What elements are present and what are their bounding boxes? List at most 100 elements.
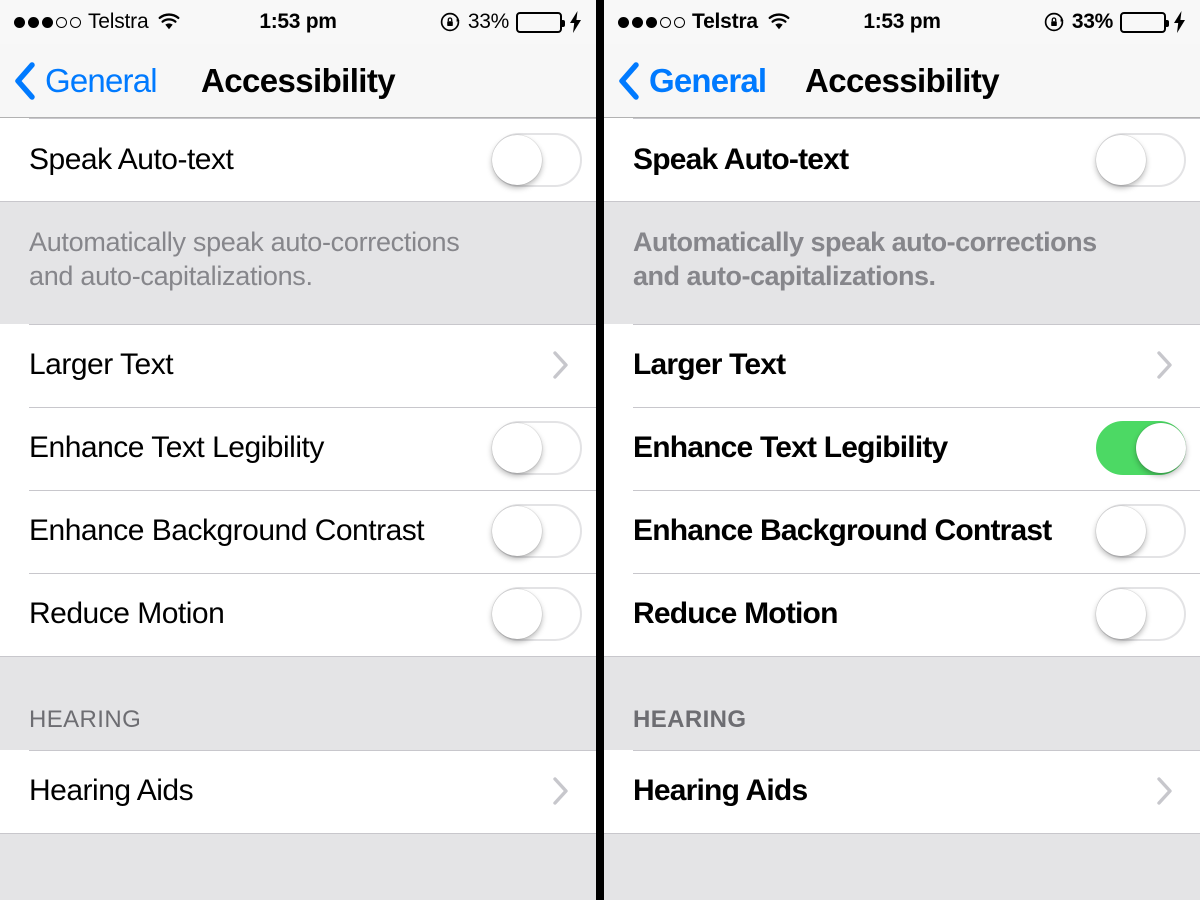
row-enhance-text-legibility[interactable]: Enhance Text Legibility: [604, 406, 1200, 490]
row-speak-auto-text[interactable]: Speak Auto-text: [0, 118, 596, 201]
signal-dot-2: [632, 16, 643, 28]
hearing-group: Hearing Aids: [604, 749, 1200, 833]
status-bar-left: Telstra: [618, 10, 791, 34]
row-hearing-aids[interactable]: Hearing Aids: [604, 749, 1200, 833]
signal-dot-5: [70, 16, 81, 28]
section-title: HEARING: [29, 705, 142, 733]
chevron-right-icon: [553, 777, 568, 805]
settings-list[interactable]: Speak Auto-text Automatically speak auto…: [0, 118, 596, 900]
rotation-lock-icon: [440, 12, 460, 32]
row-reduce-motion[interactable]: Reduce Motion: [604, 572, 1200, 656]
back-button[interactable]: General: [0, 61, 158, 100]
list-bottom-gap: [0, 832, 596, 900]
wifi-icon: [159, 13, 180, 30]
signal-dot-2: [28, 16, 39, 28]
section-header-hearing: HEARING: [604, 655, 1200, 750]
carrier-name: Telstra: [692, 10, 758, 33]
row-label: Reduce Motion: [633, 597, 838, 630]
row-label: Larger Text: [633, 348, 786, 381]
toggle-knob: [492, 589, 542, 639]
row-speak-auto-text[interactable]: Speak Auto-text: [604, 118, 1200, 201]
settings-list[interactable]: Speak Auto-text Automatically speak auto…: [604, 118, 1200, 900]
row-label: Enhance Text Legibility: [29, 431, 324, 464]
row-hearing-aids[interactable]: Hearing Aids: [0, 749, 596, 833]
list-bottom-gap: [604, 832, 1200, 900]
lightning-bolt-icon: [570, 11, 581, 33]
back-button-label: General: [45, 61, 158, 99]
navigation-bar: General Accessibility: [604, 44, 1200, 118]
back-button-label: General: [649, 61, 767, 99]
signal-dot-5: [674, 16, 685, 28]
row-larger-text[interactable]: Larger Text: [604, 323, 1200, 407]
toggle-speak-auto-text[interactable]: [1096, 132, 1186, 187]
toggle-knob: [1096, 134, 1146, 185]
battery-percentage: 33%: [1071, 10, 1113, 33]
battery-icon: [1120, 11, 1169, 33]
screenshot-divider: [596, 0, 604, 900]
status-bar-right: 33%: [1043, 10, 1186, 34]
back-button[interactable]: General: [604, 61, 767, 100]
status-bar: Telstra 1:53 pm 33%: [604, 0, 1200, 44]
lightning-bolt-icon: [1174, 11, 1185, 33]
signal-dot-4: [660, 16, 671, 28]
row-label: Enhance Background Contrast: [29, 514, 425, 547]
rotation-lock-icon: [1044, 12, 1064, 32]
chevron-left-icon: [619, 61, 639, 100]
battery-icon: [516, 11, 565, 33]
speak-auto-text-footnote: Automatically speak auto-corrections and…: [0, 201, 596, 324]
speak-auto-text-footnote: Automatically speak auto-corrections and…: [604, 201, 1200, 324]
signal-strength-dots: [14, 16, 81, 28]
row-label: Enhance Text Legibility: [633, 431, 948, 464]
chevron-right-icon: [553, 351, 568, 379]
toggle-enhance-text-legibility[interactable]: [492, 421, 582, 475]
toggle-knob: [492, 423, 542, 473]
toggle-reduce-motion[interactable]: [492, 587, 582, 641]
row-label: Hearing Aids: [29, 774, 194, 807]
signal-strength-dots: [618, 16, 685, 28]
signal-dot-3: [646, 16, 657, 28]
vision-group: Larger Text Enhance Text Legibility Enha…: [604, 323, 1200, 656]
navigation-bar: General Accessibility: [0, 44, 596, 118]
toggle-knob: [492, 134, 542, 185]
right-phone-screen: Telstra 1:53 pm 33% General Accessibilit…: [604, 0, 1200, 900]
toggle-knob: [1136, 423, 1186, 473]
row-label: Enhance Background Contrast: [633, 514, 1052, 547]
side-by-side-comparison: Telstra 1:53 pm 33% General Accessibilit…: [0, 0, 1200, 900]
signal-dot-1: [618, 16, 629, 28]
status-bar: Telstra 1:53 pm 33%: [0, 0, 596, 44]
toggle-enhance-text-legibility[interactable]: [1096, 421, 1186, 475]
toggle-knob: [1096, 589, 1146, 639]
row-label: Hearing Aids: [633, 774, 808, 807]
carrier-name: Telstra: [88, 10, 149, 33]
chevron-left-icon: [15, 61, 35, 100]
row-label: Speak Auto-text: [29, 142, 234, 176]
vision-group: Larger Text Enhance Text Legibility Enha…: [0, 323, 596, 656]
speak-auto-text-group: Speak Auto-text: [604, 118, 1200, 201]
row-larger-text[interactable]: Larger Text: [0, 323, 596, 407]
signal-dot-3: [42, 16, 53, 28]
row-enhance-background-contrast[interactable]: Enhance Background Contrast: [604, 489, 1200, 573]
wifi-icon: [768, 13, 790, 30]
row-enhance-text-legibility[interactable]: Enhance Text Legibility: [0, 406, 596, 490]
row-label: Speak Auto-text: [633, 142, 849, 176]
signal-dot-4: [56, 16, 67, 28]
row-enhance-background-contrast[interactable]: Enhance Background Contrast: [0, 489, 596, 573]
status-bar-left: Telstra: [14, 10, 181, 34]
toggle-enhance-background-contrast[interactable]: [492, 504, 582, 558]
status-bar-right: 33%: [439, 10, 582, 34]
footnote-text: Automatically speak auto-corrections and…: [29, 227, 460, 291]
toggle-knob: [1096, 506, 1146, 556]
row-label: Larger Text: [29, 348, 174, 381]
chevron-right-icon: [1157, 777, 1172, 805]
toggle-reduce-motion[interactable]: [1096, 587, 1186, 641]
section-title: HEARING: [633, 705, 747, 733]
row-reduce-motion[interactable]: Reduce Motion: [0, 572, 596, 656]
row-label: Reduce Motion: [29, 597, 225, 630]
battery-percentage: 33%: [467, 10, 509, 33]
toggle-knob: [492, 506, 542, 556]
speak-auto-text-group: Speak Auto-text: [0, 118, 596, 201]
section-header-hearing: HEARING: [0, 655, 596, 750]
toggle-enhance-background-contrast[interactable]: [1096, 504, 1186, 558]
footnote-text: Automatically speak auto-corrections and…: [633, 227, 1097, 291]
toggle-speak-auto-text[interactable]: [492, 132, 582, 187]
